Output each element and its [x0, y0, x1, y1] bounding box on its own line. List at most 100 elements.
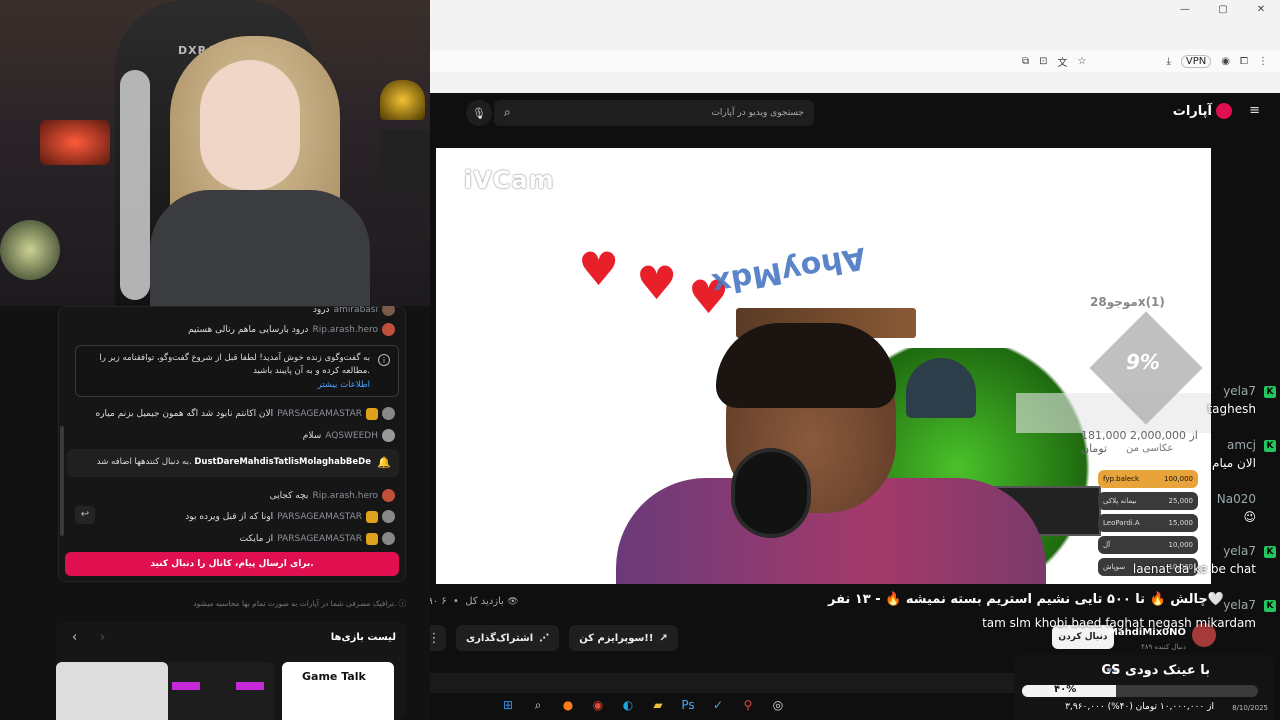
chrome-icon[interactable]: ◉: [586, 693, 610, 717]
chevron-right-icon[interactable]: ›: [100, 630, 105, 645]
wall-letters: AhoyMdx: [709, 239, 869, 302]
info-icon: i: [378, 354, 390, 366]
overlay-chat-user: yela7: [1223, 544, 1256, 558]
donation-amount: ۳,۹۶۰,۰۰۰ از ۱۰,۰۰۰,۰۰۰ تومان (۴۰%): [1065, 702, 1214, 712]
video-title: چالش 🔥 تا ۵۰۰ تایی نشیم استریم بسته نمیش…: [827, 592, 1224, 607]
overlay-chat-user: yela7: [1223, 384, 1256, 398]
info-icon: ⓘ: [398, 599, 407, 608]
chat-username[interactable]: PARSAGEAMASTAR: [277, 409, 362, 419]
hamburger-icon[interactable]: ≡: [1249, 103, 1260, 118]
bookmark-star-icon[interactable]: ☆: [1078, 56, 1087, 67]
browser-chrome: — ▢ ✕ ⧉ ⊡ 文 ☆ ⤓ VPN ◉ ⧠ ⋮: [430, 0, 1280, 93]
folder-icon[interactable]: ▰: [646, 693, 670, 717]
overlay-chat-user: Na020: [1216, 492, 1256, 506]
chat-username[interactable]: Rip.arash.hero: [312, 325, 378, 335]
views-count: ۴۹۰ بازدید کل: [422, 596, 504, 607]
extensions-icon[interactable]: ⧠: [1240, 56, 1248, 67]
chat-message: درود بارسایی ماهم رنالی هستیم Rip.arash.…: [188, 323, 395, 336]
chat-text: بچه کجایی: [269, 490, 309, 501]
share-button[interactable]: اشتراک‌گذاری ⋰: [456, 625, 560, 651]
kick-icon: K: [1264, 386, 1276, 398]
background-light: [40, 120, 110, 165]
more-info-link[interactable]: اطلاعات بیشتر: [318, 380, 370, 390]
channel-followers: ۴۸۹ دنبال کننده: [1140, 643, 1186, 651]
search-icon[interactable]: ⌕: [526, 693, 550, 717]
avatar: [382, 323, 395, 336]
chat-username[interactable]: PARSAGEAMASTAR: [277, 512, 362, 522]
chat-username[interactable]: amirabasi: [334, 305, 378, 315]
background-shelf: [380, 130, 430, 190]
background-light: [0, 220, 60, 280]
donor-row: fyp.baleck 100,000: [1098, 470, 1198, 488]
save-icon[interactable]: ⊡: [1039, 56, 1047, 67]
screenshot-icon[interactable]: ⧉: [1022, 56, 1029, 67]
translate-icon[interactable]: 文: [1058, 54, 1068, 69]
edge-icon[interactable]: ◐: [616, 693, 640, 717]
profile-icon[interactable]: ◉: [1221, 56, 1230, 67]
avatar: [382, 489, 395, 502]
maps-icon[interactable]: ⚲: [736, 693, 760, 717]
donor-row: بیمانه پلاکی 25,000: [1098, 492, 1198, 510]
firefox-icon[interactable]: ●: [556, 693, 580, 717]
bell-icon: 🔔: [377, 456, 391, 469]
menu-icon[interactable]: ⋮: [1258, 56, 1268, 67]
background-light: [380, 80, 425, 120]
new-follower-notice: 🔔 به دنبال کنندهها اضافه شد. DustDareMah…: [67, 449, 399, 477]
chat-username[interactable]: AQSWEEDH: [325, 431, 378, 441]
chat-text: الان اکانتم نابود شد اگه همون جیمیل بزنم…: [95, 408, 274, 419]
chat-text: از مایکت: [239, 533, 274, 544]
maximize-button[interactable]: ▢: [1204, 0, 1242, 18]
obs-icon[interactable]: ◎: [766, 693, 790, 717]
minimize-button[interactable]: —: [1166, 0, 1204, 18]
scrollbar[interactable]: [60, 426, 64, 536]
chat-text: درود: [312, 304, 330, 315]
overlay-chat-message: الان میام: [1212, 456, 1256, 470]
games-list: لیست بازی‌ها ‹ › Game Talk: [56, 622, 406, 720]
donation-goal-widget: 👓 CS با عینک دودی ۴۰% ۳,۹۶۰,۰۰۰ از ۱۰,۰۰…: [1014, 655, 1274, 720]
avatar: [382, 407, 395, 420]
heart-decoration: ♥: [578, 242, 620, 296]
streamer-hair: [716, 323, 896, 408]
site-logo[interactable]: آپارات: [1173, 103, 1232, 119]
windows-icon[interactable]: ⊞: [496, 693, 520, 717]
search-icon[interactable]: ⌕: [504, 105, 511, 120]
badge-icon: [366, 407, 378, 420]
game-card[interactable]: [56, 662, 168, 720]
chevron-left-icon[interactable]: ‹: [72, 630, 77, 645]
reply-icon[interactable]: ↩: [75, 506, 95, 524]
mic-icon[interactable]: 🎙: [466, 100, 492, 126]
vpn-button[interactable]: VPN: [1180, 54, 1212, 68]
app-icon[interactable]: ✓: [706, 693, 730, 717]
search-input[interactable]: جستجوی ویدیو در آپارات: [494, 100, 814, 126]
video-player[interactable]: iVCam ♥ ♥ ♥ AhoyMdx موجو28x(1) 9% 181,00…: [436, 148, 1211, 584]
surprise-button[interactable]: سوپرایزم کن!! ↗: [569, 625, 678, 651]
game-card[interactable]: Game Talk: [282, 662, 394, 720]
chat-message: سلام AQSWEEDH: [303, 429, 395, 442]
download-icon[interactable]: ⤓: [1166, 56, 1170, 67]
game-art: [172, 682, 200, 690]
kick-icon: K: [1264, 600, 1276, 612]
follower-username[interactable]: DustDareMahdisTatlisMolaghabBeDe: [194, 457, 371, 467]
chat-message: بچه کجایی Rip.arash.hero: [270, 489, 395, 502]
photoshop-icon[interactable]: Ps: [676, 693, 700, 717]
game-card-label: Game Talk: [302, 670, 366, 683]
chat-text: درود بارسایی ماهم رنالی هستیم: [188, 324, 309, 335]
follower-message: به دنبال کنندهها اضافه شد.: [96, 457, 192, 467]
donation-percent: ۴۰%: [1054, 684, 1077, 695]
chat-username[interactable]: Rip.arash.hero: [312, 491, 378, 501]
video-meta: ۴۹۰ بازدید کل • ۶ 👁: [422, 596, 519, 607]
chat-message: اونا که از قبل ویرده بود PARSAGEAMASTAR: [185, 510, 395, 523]
donation-date: 8/10/2025: [1232, 704, 1268, 712]
games-title: لیست بازی‌ها: [330, 632, 396, 643]
follow-to-chat-button[interactable]: برای ارسال پیام، کانال را دنبال کنید.: [65, 552, 399, 576]
heart-decoration: ♥: [636, 256, 678, 310]
close-button[interactable]: ✕: [1242, 0, 1280, 18]
taskbar: ⊞ ⌕ ● ◉ ◐ ▰ Ps ✓ ⚲ ◎: [496, 692, 790, 718]
chat-rules-notice: i به گفت‌وگوی زنده خوش آمدید! لطفا قبل ا…: [75, 345, 399, 397]
site-header: ≡ آپارات جستجوی ویدیو در آپارات ⌕ 🎙: [430, 93, 1280, 133]
game-card[interactable]: [162, 662, 274, 720]
chat-text: سلام: [302, 430, 322, 441]
data-usage-note: ترافیک مصرفی شما در آپارات به صورت تمام …: [193, 598, 406, 609]
headphones: [731, 448, 811, 538]
chat-username[interactable]: PARSAGEAMASTAR: [277, 534, 362, 544]
